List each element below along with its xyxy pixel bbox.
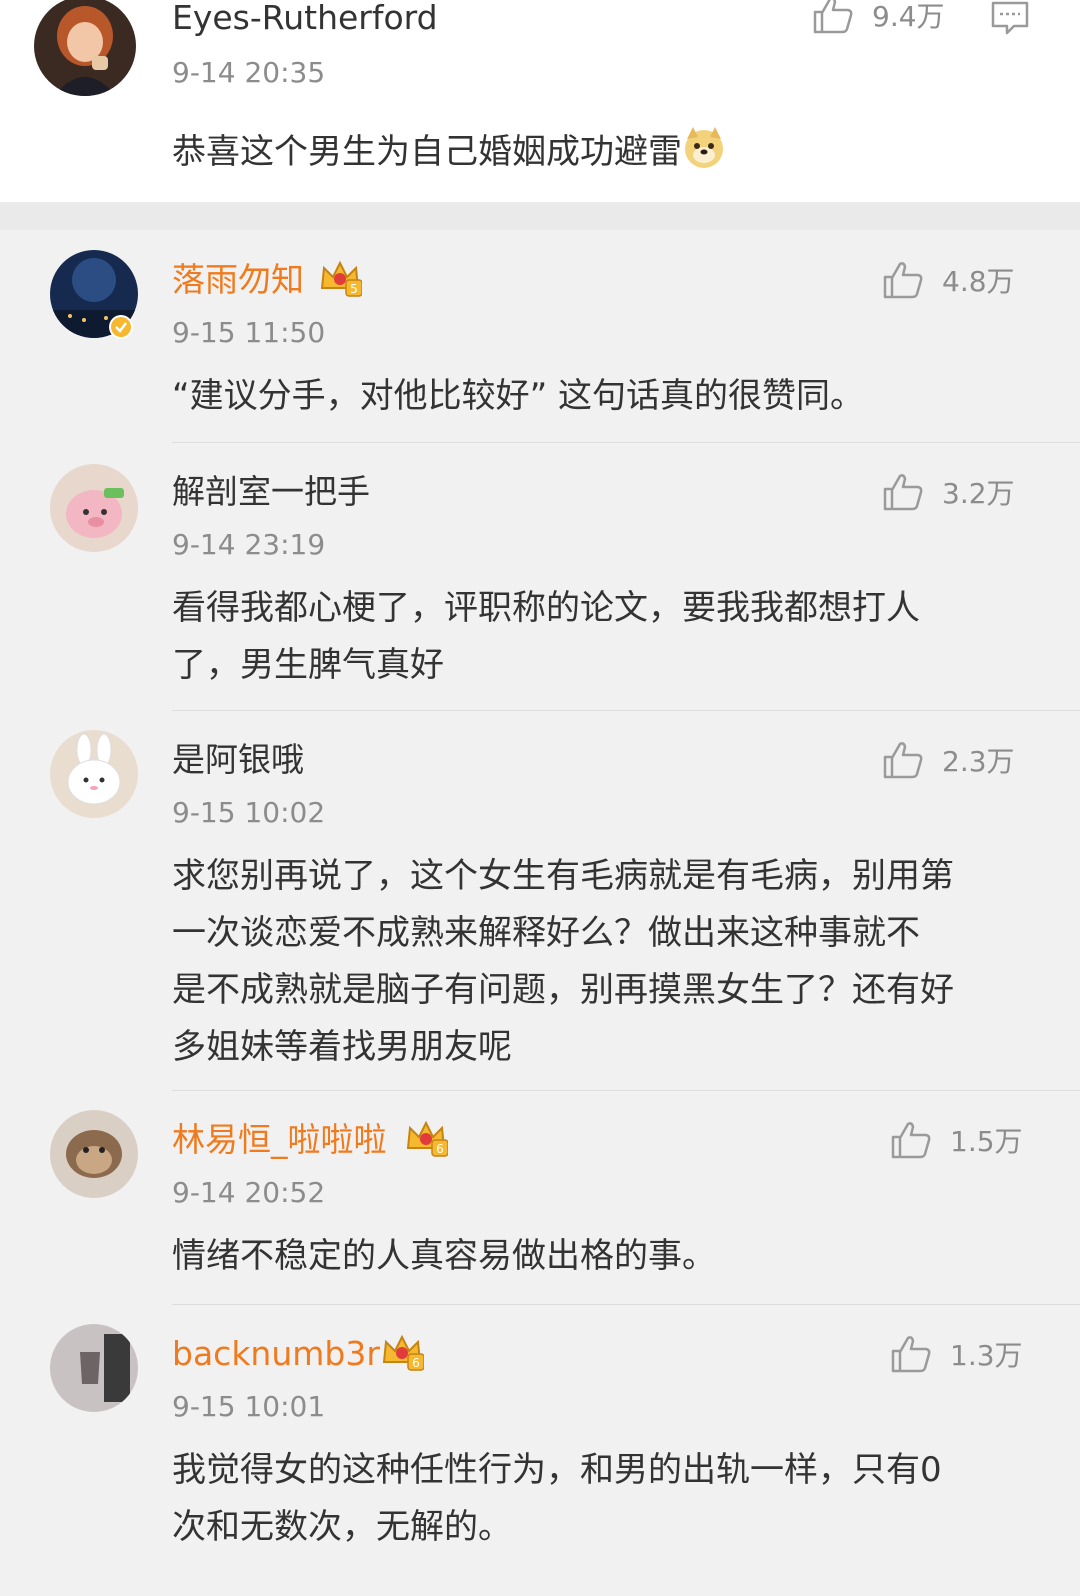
comment-timestamp: 9-15 10:02 [172,796,326,829]
section-divider [0,202,1080,230]
comment-text-line: 我觉得女的这种任性行为，和男的出轨一样，只有0 [172,1450,942,1490]
like-button[interactable]: 2.3万 [882,740,1015,780]
vip-level-number: 5 [350,282,358,296]
comment-text: “建议分手，对他比较好” 这句话真的很赞同。 [172,368,1032,425]
doge-emoji-icon [685,127,723,168]
like-count: 1.5万 [950,1125,1023,1158]
thumbs-up-icon [813,0,853,34]
comment-text: 求您别再说了，这个女生有毛病就是有毛病，别用第 一次谈恋爱不成熟来解释好么？做出… [172,848,1032,1076]
comment-text-line: “建议分手，对他比较好” 这句话真的很赞同。 [172,376,865,416]
comment-text-line: 一次谈恋爱不成熟来解释好么？做出来这种事就不 [172,913,920,953]
thumbs-up-icon [891,1336,931,1373]
comment-timestamp: 9-15 11:50 [172,316,326,349]
comment-separator [172,1090,1080,1091]
like-button[interactable]: 1.3万 [890,1334,1023,1374]
comment-text-line: 看得我都心梗了，评职称的论文，要我我都想打人 [172,588,920,628]
vip-level-number: 6 [436,1142,444,1156]
comment-timestamp: 9-15 10:01 [172,1390,326,1423]
avatar[interactable] [50,1324,138,1412]
avatar-image [50,1324,138,1412]
comment-text-line: 多姐妹等着找男朋友呢 [172,1027,512,1067]
thumbs-up-icon [883,474,923,511]
thumbs-up-icon [883,262,923,299]
thumbs-up-icon [891,1122,931,1159]
avatar[interactable] [34,0,136,96]
comment-text: 情绪不稳定的人真容易做出格的事。 [172,1228,1032,1285]
avatar-image [50,464,138,552]
comment-list: 落雨勿知 5 9-15 11:50 4.8万 “建议分手，对他比较好” 这句话真… [0,230,1080,1596]
vip-crown-icon: 5 [320,260,362,297]
comment-timestamp: 9-14 20:35 [172,56,326,89]
avatar-image [50,1110,138,1198]
avatar[interactable] [50,464,138,552]
top-comment-card: Eyes-Rutherford 9-14 20:35 9.4万 恭喜这个男生为自… [0,0,1080,202]
comment-timestamp: 9-14 23:19 [172,528,326,561]
comment-author-name[interactable]: 解剖室一把手 [172,472,370,512]
like-button[interactable]: 9.4万 [812,0,945,35]
comment-author-name[interactable]: Eyes-Rutherford [172,0,438,38]
comment-text: 看得我都心梗了，评职称的论文，要我我都想打人 了，男生脾气真好 [172,580,1032,694]
comment-separator [172,1304,1080,1305]
comment-author-name[interactable]: 林易恒_啦啦啦 [172,1120,387,1160]
avatar-image [34,0,136,96]
vip-level-number: 6 [412,1356,420,1370]
reply-comment-icon[interactable] [990,0,1030,36]
like-button[interactable]: 4.8万 [882,260,1015,300]
comment-text: 我觉得女的这种任性行为，和男的出轨一样，只有0 次和无数次，无解的。 [172,1442,1032,1556]
comment-author-name[interactable]: 落雨勿知 [172,260,304,300]
avatar[interactable] [50,730,138,818]
vip-crown-icon: 6 [382,1334,424,1371]
comment-text-line: 了，男生脾气真好 [172,645,444,685]
comment-text-line: 是不成熟就是脑子有问题，别再摸黑女生了？还有好 [172,970,954,1010]
avatar-image [50,730,138,818]
comment-text: 恭喜这个男生为自己婚姻成功避雷 [172,120,1032,184]
like-count: 3.2万 [942,477,1015,510]
comment-author-name[interactable]: backnumb3r [172,1334,380,1374]
comment-timestamp: 9-14 20:52 [172,1176,326,1209]
thumbs-up-icon [883,742,923,779]
comment-separator [172,442,1080,443]
like-count: 2.3万 [942,745,1015,778]
comment-text-line: 情绪不稳定的人真容易做出格的事。 [172,1236,716,1276]
like-count: 4.8万 [942,265,1015,298]
comment-separator [172,710,1080,711]
comment-text-line: 恭喜这个男生为自己婚姻成功避雷 [172,132,682,172]
avatar[interactable] [50,1110,138,1198]
like-button[interactable]: 1.5万 [890,1120,1023,1160]
verified-badge-icon [109,315,133,339]
comment-text-line: 次和无数次，无解的。 [172,1507,512,1547]
like-count: 9.4万 [872,0,945,33]
like-button[interactable]: 3.2万 [882,472,1015,512]
comment-author-name[interactable]: 是阿银哦 [172,740,304,780]
like-count: 1.3万 [950,1339,1023,1372]
comment-text-line: 求您别再说了，这个女生有毛病就是有毛病，别用第 [172,856,954,896]
vip-crown-icon: 6 [406,1120,448,1157]
